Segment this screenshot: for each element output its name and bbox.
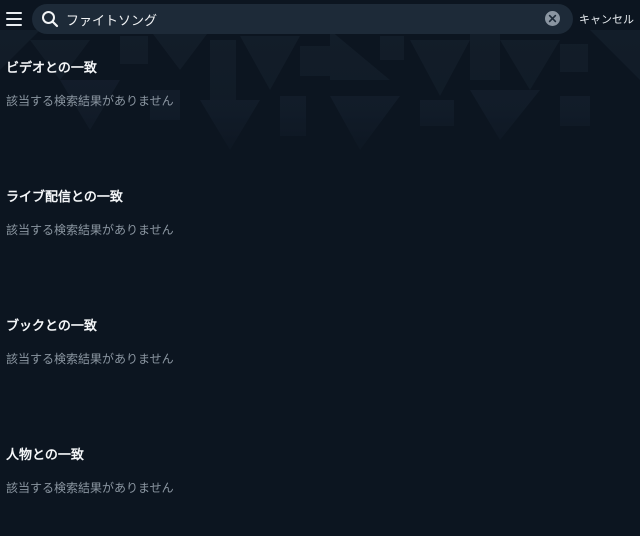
- section-live-matches: ライブ配信との一致 該当する検索結果がありません: [6, 190, 606, 237]
- search-input[interactable]: [66, 4, 536, 34]
- search-results-page: キャンセル ビデオとの一致 該当する検索結果がありません ライブ配信との一致 該…: [0, 0, 640, 536]
- empty-state-text: 該当する検索結果がありません: [6, 481, 174, 495]
- search-box[interactable]: [32, 4, 573, 34]
- hamburger-menu-icon[interactable]: [4, 8, 24, 30]
- section-people-matches: 人物との一致 該当する検索結果がありません: [6, 448, 606, 495]
- section-title: ブックとの一致: [6, 319, 97, 334]
- section-video-matches: ビデオとの一致 該当する検索結果がありません: [6, 61, 606, 108]
- empty-state-text: 該当する検索結果がありません: [6, 223, 174, 237]
- search-icon: [42, 11, 59, 28]
- section-title: ビデオとの一致: [6, 61, 97, 76]
- empty-state-text: 該当する検索結果がありません: [6, 352, 174, 366]
- clear-search-icon[interactable]: [545, 11, 560, 26]
- empty-state-text: 該当する検索結果がありません: [6, 94, 174, 108]
- section-title: ライブ配信との一致: [6, 190, 123, 205]
- section-book-matches: ブックとの一致 該当する検索結果がありません: [6, 319, 606, 366]
- cancel-button[interactable]: キャンセル: [579, 11, 634, 27]
- top-bar: キャンセル: [0, 0, 640, 38]
- section-title: 人物との一致: [6, 448, 84, 463]
